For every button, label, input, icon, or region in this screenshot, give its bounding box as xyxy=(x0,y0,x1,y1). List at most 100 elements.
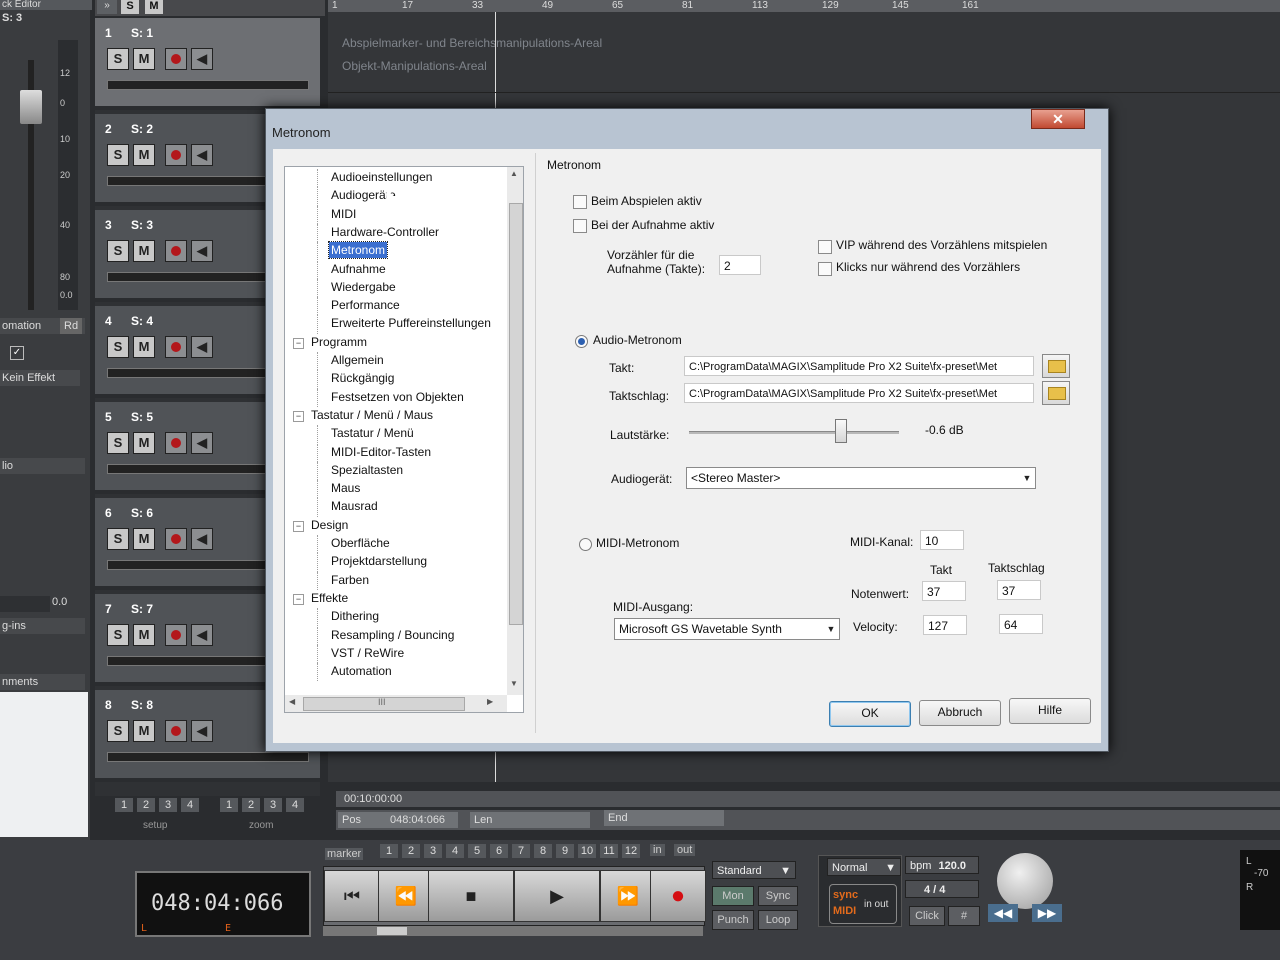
position-slider-handle[interactable] xyxy=(377,927,407,935)
marker-button[interactable]: 10 xyxy=(578,844,596,858)
in-button[interactable]: in xyxy=(650,844,665,856)
marker-button[interactable]: 8 xyxy=(534,844,552,858)
out-button[interactable]: out xyxy=(674,844,696,856)
record-arm-button[interactable] xyxy=(165,48,187,70)
bpm-field[interactable]: bpm 120.0 xyxy=(905,856,979,874)
record-arm-button[interactable] xyxy=(165,336,187,358)
pos-field[interactable]: Pos 048:04:066 xyxy=(338,812,458,828)
click-button[interactable]: Click xyxy=(909,906,945,926)
loop-button[interactable]: Loop xyxy=(758,910,798,930)
automation-row[interactable]: omation Rd xyxy=(0,318,85,334)
tree-item[interactable]: Hardware-Controller xyxy=(329,224,441,240)
speaker-icon[interactable]: ◀ xyxy=(191,624,213,646)
mute-button[interactable]: M xyxy=(133,144,155,166)
zoom-button[interactable]: 1 xyxy=(220,798,238,812)
ok-button[interactable]: OK xyxy=(829,701,911,727)
play-button[interactable]: ▶ xyxy=(514,870,600,922)
go-to-start-button[interactable]: ⏮ xyxy=(324,870,380,922)
midi-channel-field[interactable]: 10 xyxy=(920,530,964,550)
track-name[interactable]: S: 5 xyxy=(131,410,153,424)
tree-vertical-scroll-thumb[interactable] xyxy=(509,203,523,625)
midi-metronome-radio[interactable] xyxy=(579,538,592,551)
track-name[interactable]: S: 8 xyxy=(131,698,153,712)
taktschlag-path-field[interactable]: C:\ProgramData\MAGIX\Samplitude Pro X2 S… xyxy=(684,383,1034,403)
sync-midi-indicator[interactable]: sync MIDI in out xyxy=(829,884,897,924)
solo-button[interactable]: S xyxy=(107,48,129,70)
speaker-icon[interactable]: ◀ xyxy=(191,432,213,454)
zoom-button[interactable]: 2 xyxy=(242,798,260,812)
speaker-icon[interactable]: ◀ xyxy=(191,48,213,70)
tree-item[interactable]: Tastatur / Menü xyxy=(329,425,416,441)
marker-button[interactable]: 5 xyxy=(468,844,486,858)
tree-item[interactable]: Audioeinstellungen xyxy=(329,169,434,185)
marker-button[interactable]: 4 xyxy=(446,844,464,858)
expand-icon[interactable]: » xyxy=(97,0,117,14)
solo-button[interactable]: S xyxy=(107,144,129,166)
tree-item[interactable]: Maus xyxy=(329,480,362,496)
solo-button[interactable]: S xyxy=(107,432,129,454)
record-arm-button[interactable] xyxy=(165,144,187,166)
read-mode-button[interactable]: Rd xyxy=(60,318,83,334)
setup-button[interactable]: 4 xyxy=(181,798,199,812)
timeline-ruler[interactable]: 1 17 33 49 65 81 113 129 145 161 xyxy=(328,0,1280,12)
record-arm-button[interactable] xyxy=(165,720,187,742)
tree-item[interactable]: Farben xyxy=(329,572,371,588)
track-name[interactable]: S: 2 xyxy=(131,122,153,136)
forward-small-icon[interactable]: ▶▶ xyxy=(1032,904,1062,922)
record-button[interactable]: ● xyxy=(650,870,706,922)
marker-button[interactable]: 12 xyxy=(622,844,640,858)
tree-item[interactable]: Wiedergabe xyxy=(329,279,398,295)
time-signature-field[interactable]: 4 / 4 xyxy=(905,880,979,898)
rewind-small-icon[interactable]: ◀◀ xyxy=(988,904,1018,922)
scroll-up-icon[interactable]: ▲ xyxy=(510,169,518,178)
vip-precount-checkbox[interactable] xyxy=(818,240,832,254)
tree-item[interactable]: Rückgängig xyxy=(329,370,396,386)
setup-button[interactable]: 2 xyxy=(137,798,155,812)
speaker-icon[interactable]: ◀ xyxy=(191,240,213,262)
track-name[interactable]: S: 1 xyxy=(131,26,153,40)
solo-button[interactable]: S xyxy=(107,528,129,550)
tree-item[interactable]: Oberfläche xyxy=(329,535,392,551)
audio-metronome-radio[interactable] xyxy=(575,335,588,348)
marker-button[interactable]: 9 xyxy=(556,844,574,858)
precount-field[interactable]: 2 xyxy=(719,255,761,275)
help-button[interactable]: Hilfe xyxy=(1009,698,1091,724)
fast-forward-button[interactable]: ⏩ xyxy=(600,870,656,922)
marker-button[interactable]: 6 xyxy=(490,844,508,858)
effect-slot[interactable]: Kein Effekt xyxy=(0,370,80,386)
takt-folder-button[interactable] xyxy=(1042,354,1070,378)
record-arm-button[interactable] xyxy=(165,528,187,550)
tree-item[interactable]: Effekte xyxy=(309,590,350,606)
len-field[interactable]: Len xyxy=(470,812,590,828)
record-active-checkbox[interactable] xyxy=(573,219,587,233)
tree-item[interactable]: Resampling / Bouncing xyxy=(329,627,456,643)
master-volume-knob[interactable] xyxy=(997,853,1053,909)
velocity-taktschlag-field[interactable]: 64 xyxy=(999,614,1043,634)
rewind-button[interactable]: ⏪ xyxy=(378,870,434,922)
tree-item[interactable]: Tastatur / Menü / Maus xyxy=(309,407,435,423)
volume-fader-handle[interactable] xyxy=(20,90,42,124)
scroll-down-icon[interactable]: ▼ xyxy=(510,679,518,688)
tree-item[interactable]: VST / ReWire xyxy=(329,645,406,661)
tree-item[interactable]: Automation xyxy=(329,663,394,679)
speaker-icon[interactable]: ◀ xyxy=(191,528,213,550)
tree-item[interactable]: MIDI xyxy=(329,206,358,222)
mon-button[interactable]: Mon xyxy=(712,886,754,906)
midi-out-dropdown[interactable]: Microsoft GS Wavetable Synth ▼ xyxy=(614,618,840,640)
tree-item[interactable]: Aufnahme xyxy=(329,261,388,277)
solo-button[interactable]: S xyxy=(107,720,129,742)
close-button[interactable]: ✕ xyxy=(1031,109,1085,129)
speaker-icon[interactable]: ◀ xyxy=(191,336,213,358)
record-arm-button[interactable] xyxy=(165,432,187,454)
mute-button[interactable]: M xyxy=(133,48,155,70)
solo-button[interactable]: S xyxy=(107,336,129,358)
standard-dropdown[interactable]: Standard ▼ xyxy=(712,861,796,879)
marker-button[interactable]: 1 xyxy=(380,844,398,858)
marker-button[interactable]: 7 xyxy=(512,844,530,858)
tree-item[interactable]: Metronom xyxy=(327,241,389,260)
tree-item[interactable]: Dithering xyxy=(329,608,381,624)
audio-device-dropdown[interactable]: <Stereo Master> ▼ xyxy=(686,467,1036,489)
tree-collapse-icon[interactable]: − xyxy=(293,593,304,605)
mute-button[interactable]: M xyxy=(133,336,155,358)
automation-checkbox[interactable]: ✓ xyxy=(10,346,24,360)
